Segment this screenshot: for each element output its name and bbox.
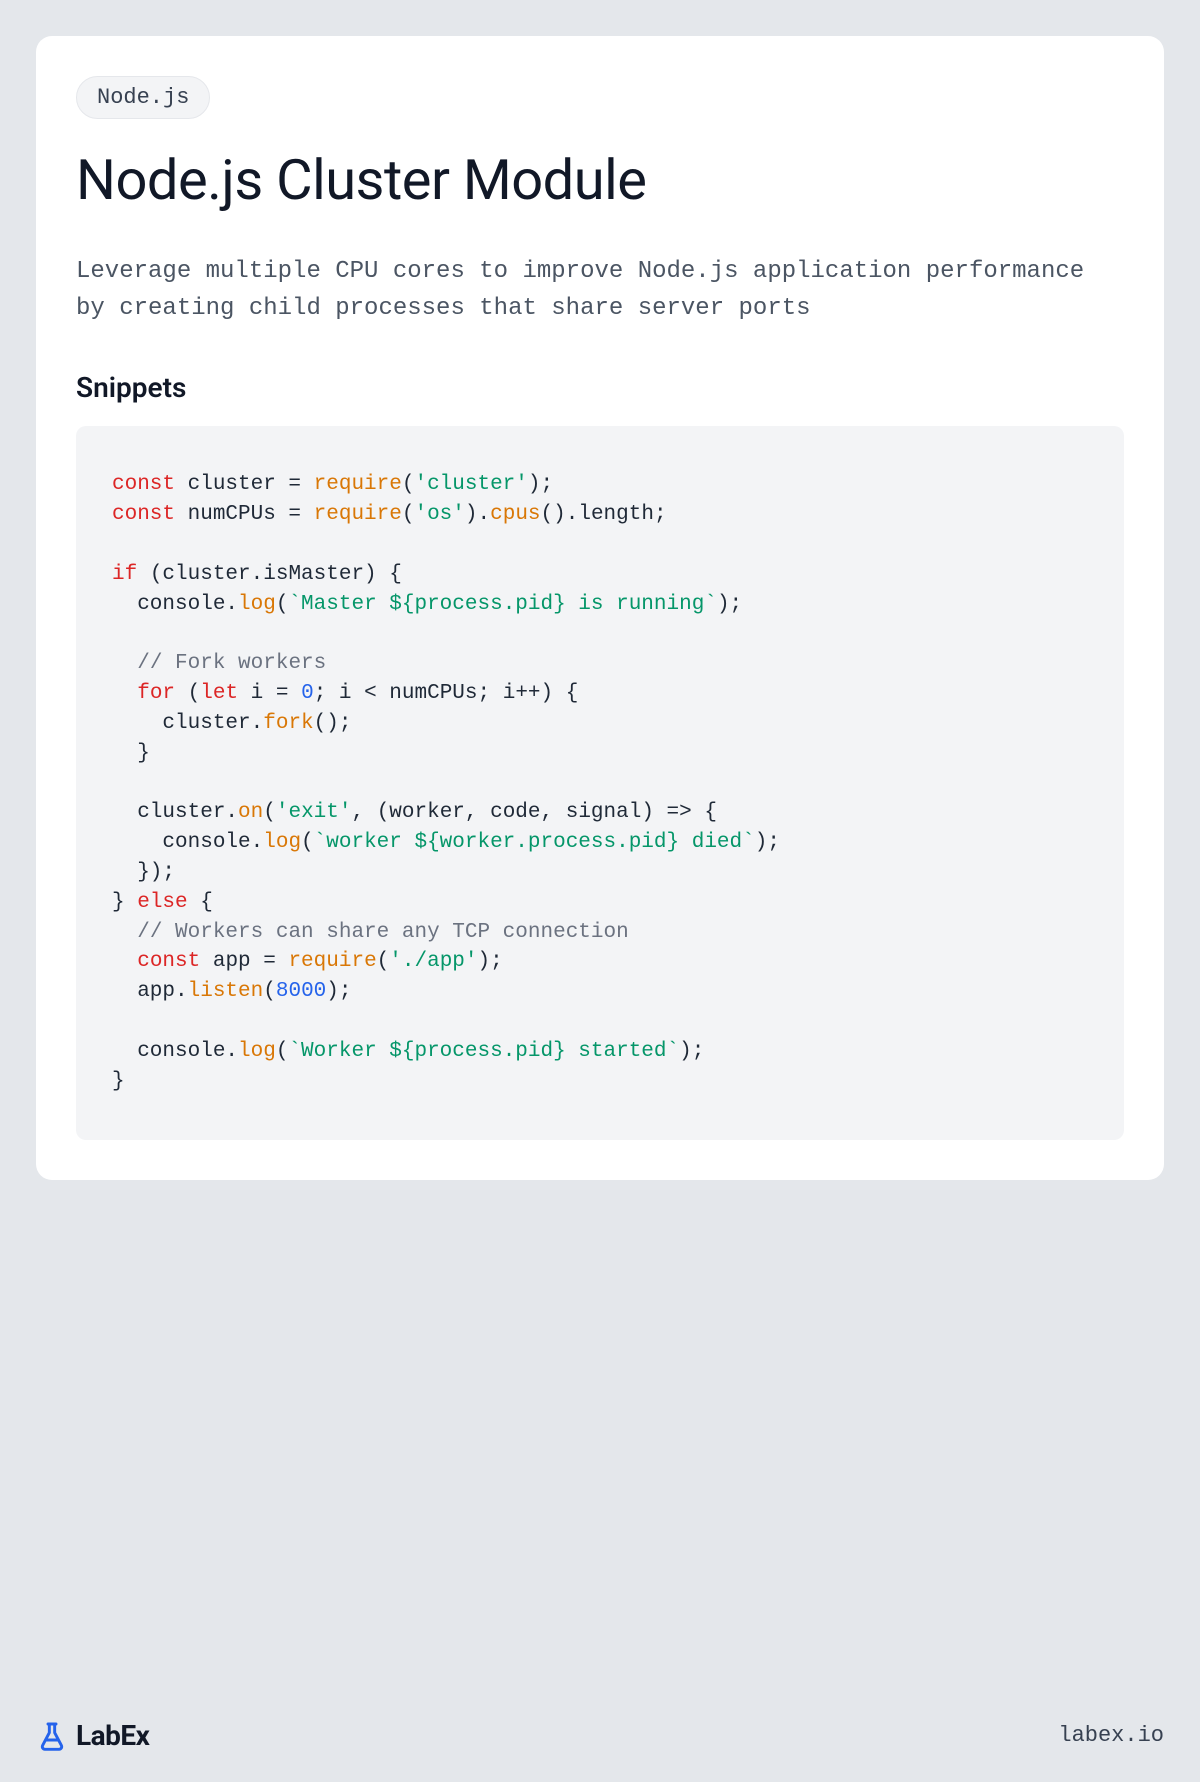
content-card: Node.js Node.js Cluster Module Leverage … xyxy=(36,36,1164,1180)
brand-url: labex.io xyxy=(1058,1723,1164,1748)
page-description: Leverage multiple CPU cores to improve N… xyxy=(76,253,1124,327)
brand-name: LabEx xyxy=(76,1719,149,1752)
flask-icon xyxy=(36,1720,68,1752)
language-tag: Node.js xyxy=(76,76,210,119)
footer: LabEx labex.io xyxy=(36,1719,1164,1752)
brand: LabEx xyxy=(36,1719,149,1752)
snippets-heading: Snippets xyxy=(76,371,1124,404)
page-title: Node.js Cluster Module xyxy=(76,147,1124,213)
code-snippet: const cluster = require('cluster'); cons… xyxy=(76,426,1124,1140)
